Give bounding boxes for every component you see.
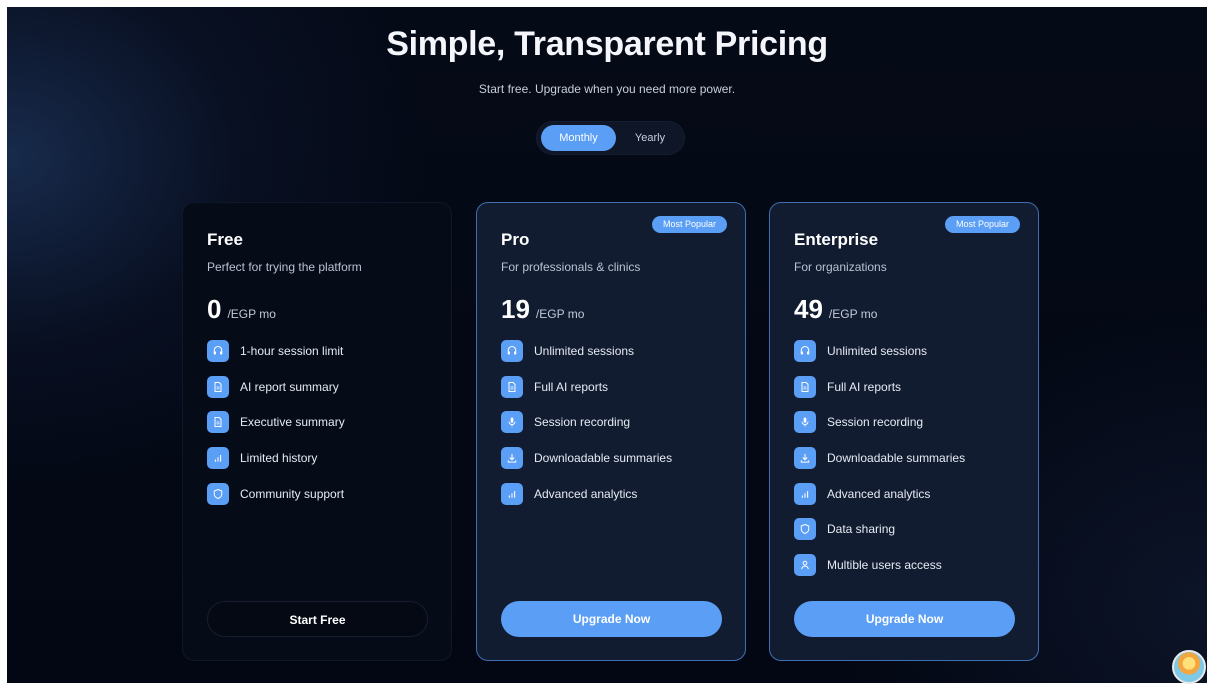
feature-item: Community support [207, 482, 345, 505]
microphone-icon [501, 411, 523, 434]
feature-list: Unlimited sessions Full AI reports Session… [794, 340, 965, 590]
feature-label: Advanced analytics [827, 486, 931, 501]
feature-item: Full AI reports [501, 375, 672, 398]
feature-item: 1-hour session limit [207, 340, 345, 362]
feature-label: Executive summary [240, 415, 345, 430]
feature-item: Multible users access [794, 554, 965, 577]
plan-description: For organizations [794, 260, 887, 274]
page-subtitle: Start free. Upgrade when you need more p… [478, 82, 736, 96]
plan-description: Perfect for trying the platform [207, 260, 362, 274]
upgrade-now-button[interactable]: Upgrade Now [501, 601, 722, 637]
feature-label: Community support [240, 486, 345, 501]
shield-icon [794, 518, 816, 541]
feature-label: Downloadable summaries [534, 451, 673, 466]
toggle-monthly[interactable]: Monthly [541, 125, 616, 151]
price-unit: /EGP mo [535, 307, 585, 321]
start-free-button[interactable]: Start Free [207, 601, 428, 637]
plan-name: Pro [501, 230, 530, 249]
feature-item: Limited history [207, 447, 345, 470]
download-icon [501, 447, 523, 470]
price-unit: /EGP mo [828, 307, 878, 321]
feature-item: Downloadable summaries [501, 447, 673, 470]
download-icon [794, 447, 816, 470]
feature-item: Session recording [794, 411, 965, 434]
feature-item: Session recording [501, 411, 672, 434]
feature-item: Advanced analytics [794, 482, 965, 505]
feature-item: Unlimited sessions [501, 340, 672, 362]
plan-name: Enterprise [794, 230, 879, 249]
feature-label: Multible users access [827, 558, 942, 573]
feature-item: Data sharing [794, 518, 965, 541]
feature-label: Limited history [240, 451, 318, 466]
feature-label: Downloadable summaries [827, 451, 966, 466]
feature-item: Advanced analytics [501, 482, 672, 505]
feature-item: Full AI reports [794, 375, 965, 398]
bar-chart-icon [207, 447, 229, 470]
feature-label: Data sharing [827, 522, 896, 537]
document-icon [207, 411, 229, 434]
most-popular-badge: Most Popular [944, 216, 1020, 233]
feature-item: Unlimited sessions [794, 340, 965, 362]
feature-label: AI report summary [240, 379, 339, 394]
shield-icon [207, 482, 229, 505]
document-icon [501, 375, 523, 398]
plan-card-pro: Most Popular Pro For professionals & cli… [476, 202, 746, 661]
plan-card-free: Free Perfect for trying the platform 0 /… [182, 202, 452, 661]
pricing-page: Simple, Transparent Pricing Start free. … [7, 7, 1207, 683]
feature-list: 1-hour session limit AI report summary Exe… [207, 340, 345, 518]
price-amount: 19 [501, 294, 530, 324]
toggle-yearly[interactable]: Yearly [619, 125, 681, 151]
feature-item: AI report summary [207, 375, 345, 398]
upgrade-now-button[interactable]: Upgrade Now [794, 601, 1015, 637]
feature-item: Executive summary [207, 411, 345, 434]
plan-description: For professionals & clinics [501, 260, 641, 274]
feature-label: Full AI reports [827, 379, 902, 394]
page-title: Simple, Transparent Pricing [386, 25, 828, 63]
feature-label: Session recording [827, 415, 924, 430]
feature-list: Unlimited sessions Full AI reports Session… [501, 340, 672, 518]
headphones-icon [501, 340, 523, 362]
plan-price: 49 /EGP mo [794, 294, 877, 325]
feature-label: Session recording [534, 415, 631, 430]
price-amount: 49 [794, 294, 823, 324]
bar-chart-icon [501, 482, 523, 505]
bar-chart-icon [794, 482, 816, 505]
headphones-icon [794, 340, 816, 362]
feature-label: Unlimited sessions [534, 344, 635, 358]
most-popular-badge: Most Popular [651, 216, 727, 233]
feature-item: Downloadable summaries [794, 447, 966, 470]
billing-period-toggle: Monthly Yearly [536, 121, 685, 155]
microphone-icon [794, 411, 816, 434]
plan-price: 0 /EGP mo [207, 294, 276, 325]
feature-label: Full AI reports [534, 379, 609, 394]
feature-label: Unlimited sessions [827, 344, 928, 358]
price-amount: 0 [207, 294, 222, 324]
document-icon [794, 375, 816, 398]
assistant-avatar[interactable] [1172, 650, 1206, 684]
plan-price: 19 /EGP mo [501, 294, 584, 325]
user-icon [794, 554, 816, 577]
feature-label: 1-hour session limit [240, 344, 344, 358]
feature-label: Advanced analytics [534, 486, 638, 501]
price-unit: /EGP mo [227, 307, 276, 321]
plan-card-enterprise: Most Popular Enterprise For organization… [769, 202, 1039, 661]
headphones-icon [207, 340, 229, 362]
document-icon [207, 375, 229, 398]
plan-name: Free [207, 230, 243, 249]
